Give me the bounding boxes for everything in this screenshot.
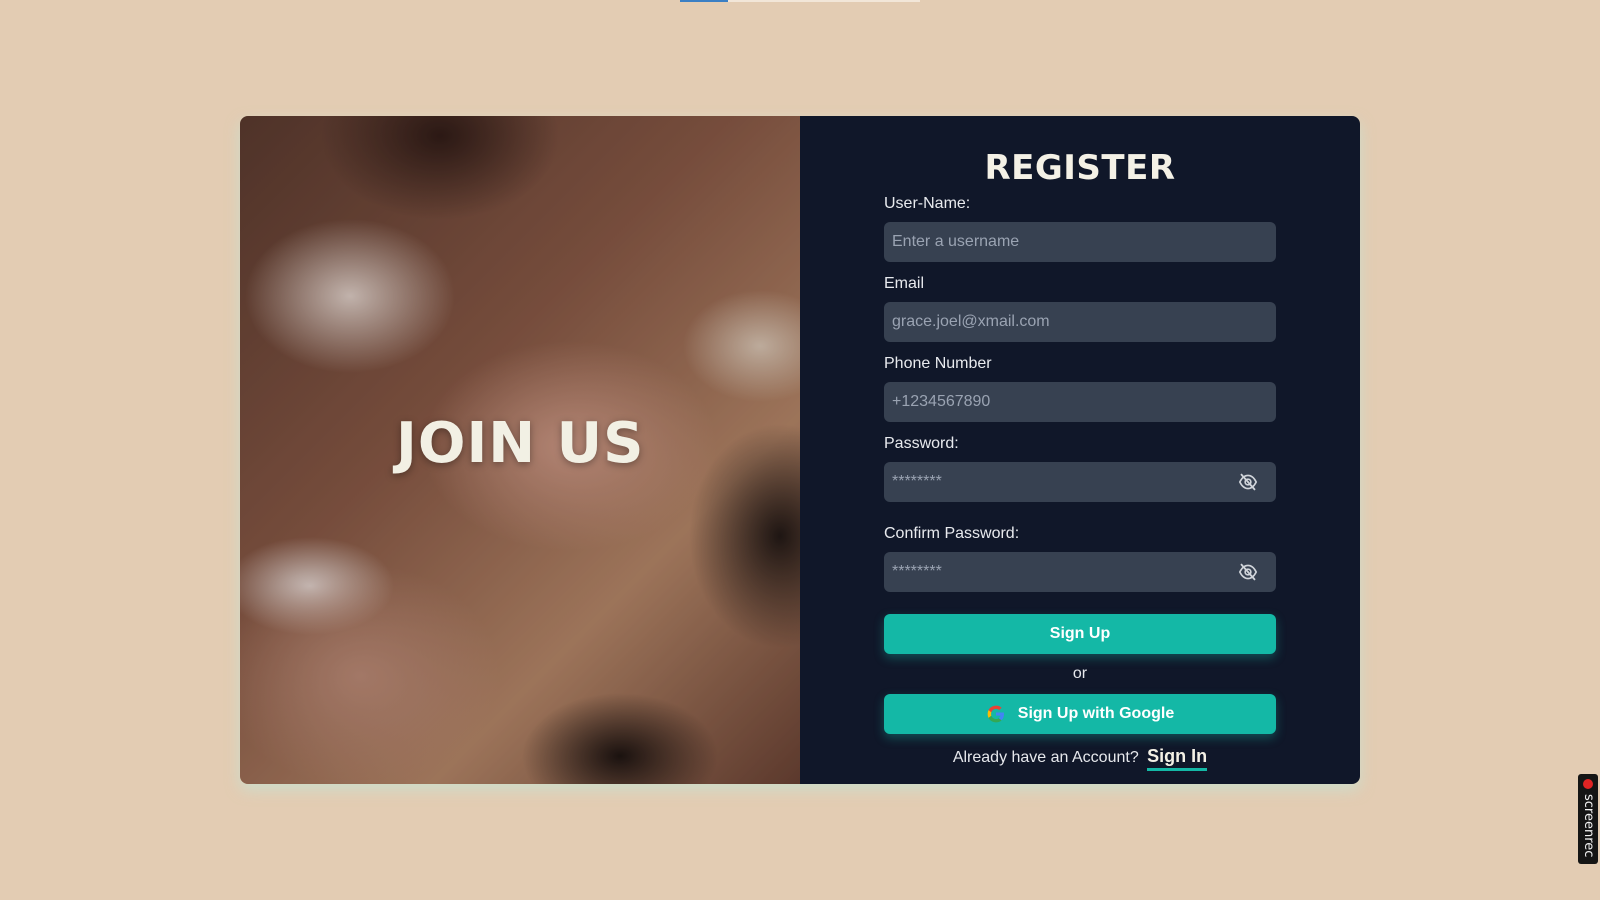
phone-field-wrapper: [884, 382, 1276, 422]
phone-input[interactable]: [884, 382, 1276, 422]
username-field-wrapper: [884, 222, 1276, 262]
sign-in-row: Already have an Account? Sign In: [884, 746, 1276, 771]
sign-in-link[interactable]: Sign In: [1147, 746, 1208, 771]
top-progress-bar: [680, 0, 920, 2]
password-label: Password:: [884, 435, 959, 452]
google-sign-up-button[interactable]: Sign Up with Google: [884, 694, 1276, 734]
phone-label: Phone Number: [884, 355, 992, 372]
register-card: JOIN US REGISTER User-Name: Email Phone …: [240, 116, 1360, 784]
register-title: REGISTER: [984, 148, 1176, 188]
password-field-wrapper: [884, 462, 1276, 502]
or-divider: or: [1072, 665, 1088, 682]
register-form-panel: REGISTER User-Name: Email Phone Number P…: [800, 116, 1360, 784]
eye-slash-icon[interactable]: [1238, 563, 1258, 581]
top-progress-fill: [680, 0, 728, 2]
confirm-password-input[interactable]: [884, 552, 1276, 592]
sign-up-button-label: Sign Up: [1049, 625, 1111, 642]
password-input[interactable]: [884, 462, 1276, 502]
username-label: User-Name:: [884, 195, 971, 212]
sign-in-prompt: Already have an Account?: [952, 749, 1139, 766]
confirm-password-label: Confirm Password:: [884, 525, 1020, 542]
screenrec-label: screenrec: [1581, 794, 1596, 858]
confirm-password-field-wrapper: [884, 552, 1276, 592]
email-input[interactable]: [884, 302, 1276, 342]
username-input[interactable]: [884, 222, 1276, 262]
google-sign-up-label: Sign Up with Google: [1017, 705, 1175, 722]
sign-up-button[interactable]: Sign Up: [884, 614, 1276, 654]
record-dot-icon: [1583, 779, 1593, 789]
google-icon: [987, 705, 1004, 723]
hands-together-photo: JOIN US: [240, 116, 800, 784]
register-form: REGISTER User-Name: Email Phone Number P…: [884, 148, 1276, 771]
email-field-wrapper: [884, 302, 1276, 342]
email-label: Email: [884, 275, 925, 292]
eye-slash-icon[interactable]: [1238, 473, 1258, 491]
screenrec-badge[interactable]: screenrec: [1578, 774, 1598, 864]
join-us-heading: JOIN US: [396, 411, 645, 476]
